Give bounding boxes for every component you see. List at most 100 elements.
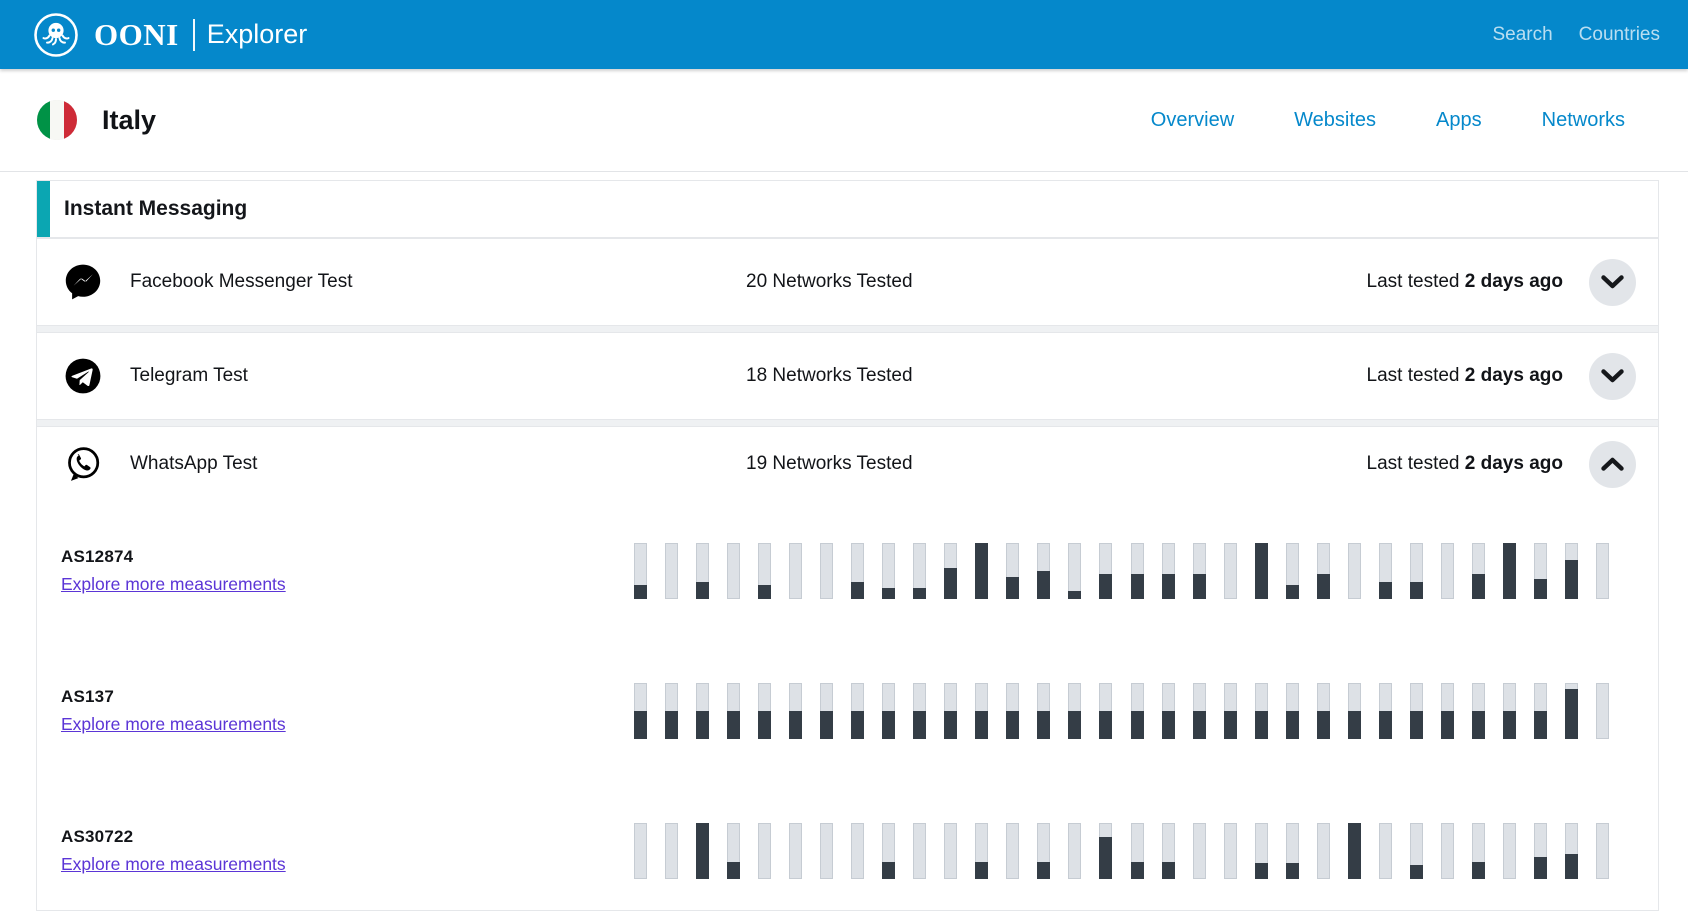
expand-collapse-button[interactable] (1589, 353, 1636, 400)
chart-bar[interactable] (1099, 823, 1112, 879)
chart-bar[interactable] (1503, 823, 1516, 879)
chart-bar[interactable] (1503, 543, 1516, 599)
chart-bar[interactable] (944, 823, 957, 879)
chart-bar[interactable] (1596, 543, 1609, 599)
chart-bar[interactable] (1255, 543, 1268, 599)
chart-bar[interactable] (1006, 543, 1019, 599)
chart-bar[interactable] (1286, 683, 1299, 739)
chart-bar[interactable] (1410, 823, 1423, 879)
chart-bar[interactable] (1193, 823, 1206, 879)
explore-more-measurements-link[interactable]: Explore more measurements (61, 574, 286, 595)
chart-bar[interactable] (1131, 823, 1144, 879)
chart-bar[interactable] (758, 823, 771, 879)
chart-bar[interactable] (1472, 543, 1485, 599)
test-row[interactable]: Telegram Test 18 Networks Tested Last te… (37, 333, 1658, 419)
chart-bar[interactable] (1162, 823, 1175, 879)
chart-bar[interactable] (882, 543, 895, 599)
chart-bar[interactable] (696, 683, 709, 739)
chart-bar[interactable] (1503, 683, 1516, 739)
chart-bar[interactable] (1162, 543, 1175, 599)
explore-more-measurements-link[interactable]: Explore more measurements (61, 714, 286, 735)
chart-bar[interactable] (820, 823, 833, 879)
collapse-button[interactable] (1589, 441, 1636, 488)
chart-bar[interactable] (975, 683, 988, 739)
chart-bar[interactable] (1037, 543, 1050, 599)
chart-bar[interactable] (1006, 823, 1019, 879)
chart-bar[interactable] (1472, 823, 1485, 879)
chart-bar[interactable] (1317, 543, 1330, 599)
chart-bar[interactable] (1193, 683, 1206, 739)
chart-bar[interactable] (758, 683, 771, 739)
chart-bar[interactable] (1286, 823, 1299, 879)
chart-bar[interactable] (1006, 683, 1019, 739)
chart-bar[interactable] (1379, 683, 1392, 739)
chart-bar[interactable] (1534, 543, 1547, 599)
chart-bar[interactable] (1099, 683, 1112, 739)
chart-bar[interactable] (1224, 543, 1237, 599)
chart-bar[interactable] (1534, 683, 1547, 739)
chart-bar[interactable] (851, 543, 864, 599)
chart-bar[interactable] (1317, 683, 1330, 739)
chart-bar[interactable] (913, 683, 926, 739)
chart-bar[interactable] (665, 823, 678, 879)
top-nav-countries-link[interactable]: Countries (1579, 24, 1660, 46)
chart-bar[interactable] (882, 683, 895, 739)
tab-websites[interactable]: Websites (1294, 109, 1376, 132)
chart-bar[interactable] (1441, 543, 1454, 599)
expand-collapse-button[interactable] (1589, 259, 1636, 306)
chart-bar[interactable] (1317, 823, 1330, 879)
chart-bar[interactable] (1565, 823, 1578, 879)
chart-bar[interactable] (1037, 683, 1050, 739)
chart-bar[interactable] (975, 543, 988, 599)
chart-bar[interactable] (1565, 543, 1578, 599)
chart-bar[interactable] (789, 683, 802, 739)
tab-overview[interactable]: Overview (1151, 109, 1234, 132)
chart-bar[interactable] (1410, 683, 1423, 739)
chart-bar[interactable] (820, 683, 833, 739)
chart-bar[interactable] (1037, 823, 1050, 879)
tab-apps[interactable]: Apps (1436, 109, 1482, 132)
chart-bar[interactable] (1441, 823, 1454, 879)
test-row[interactable]: Facebook Messenger Test 20 Networks Test… (37, 239, 1658, 325)
chart-bar[interactable] (1565, 683, 1578, 739)
chart-bar[interactable] (1441, 683, 1454, 739)
chart-bar[interactable] (1286, 543, 1299, 599)
explore-more-measurements-link[interactable]: Explore more measurements (61, 854, 286, 875)
chart-bar[interactable] (789, 823, 802, 879)
chart-bar[interactable] (634, 683, 647, 739)
chart-bar[interactable] (758, 543, 771, 599)
chart-bar[interactable] (1193, 543, 1206, 599)
brand[interactable]: OONI Explorer (33, 12, 307, 58)
tab-networks[interactable]: Networks (1542, 109, 1625, 132)
chart-bar[interactable] (944, 543, 957, 599)
chart-bar[interactable] (1410, 543, 1423, 599)
chart-bar[interactable] (1255, 823, 1268, 879)
chart-bar[interactable] (727, 543, 740, 599)
chart-bar[interactable] (789, 543, 802, 599)
chart-bar[interactable] (634, 823, 647, 879)
chart-bar[interactable] (851, 823, 864, 879)
chart-bar[interactable] (1162, 683, 1175, 739)
chart-bar[interactable] (634, 543, 647, 599)
chart-bar[interactable] (1379, 823, 1392, 879)
chart-bar[interactable] (944, 683, 957, 739)
chart-bar[interactable] (913, 823, 926, 879)
chart-bar[interactable] (1068, 823, 1081, 879)
chart-bar[interactable] (727, 823, 740, 879)
chart-bar[interactable] (1131, 543, 1144, 599)
test-row[interactable]: WhatsApp Test 19 Networks Tested Last te… (37, 427, 1658, 501)
chart-bar[interactable] (665, 683, 678, 739)
chart-bar[interactable] (1068, 683, 1081, 739)
chart-bar[interactable] (1099, 543, 1112, 599)
chart-bar[interactable] (1596, 683, 1609, 739)
chart-bar[interactable] (1255, 683, 1268, 739)
chart-bar[interactable] (913, 543, 926, 599)
chart-bar[interactable] (851, 683, 864, 739)
chart-bar[interactable] (665, 543, 678, 599)
chart-bar[interactable] (1348, 683, 1361, 739)
chart-bar[interactable] (882, 823, 895, 879)
chart-bar[interactable] (1068, 543, 1081, 599)
chart-bar[interactable] (1472, 683, 1485, 739)
chart-bar[interactable] (1131, 683, 1144, 739)
chart-bar[interactable] (1348, 543, 1361, 599)
